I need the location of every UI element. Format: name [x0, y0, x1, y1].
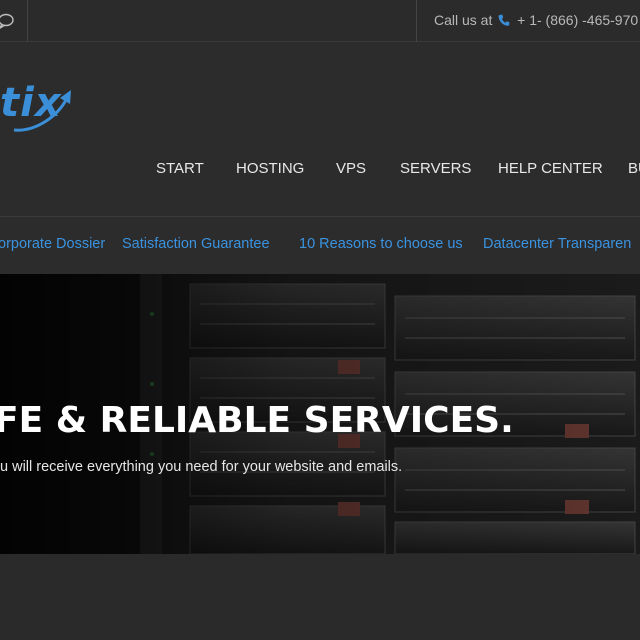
main-nav: START HOSTING VPS SERVERS HELP CENTER BU: [0, 160, 640, 186]
nav-item-servers[interactable]: SERVERS: [400, 160, 471, 177]
header: tix START HOSTING VPS SERVERS HELP CENTE…: [0, 42, 640, 216]
nav-item-help-center[interactable]: HELP CENTER: [498, 160, 603, 177]
subnav-item-10-reasons[interactable]: 10 Reasons to choose us: [299, 236, 463, 252]
hero-tagline: u will receive everything you need for y…: [0, 459, 403, 475]
logo-swoosh-icon: [13, 90, 71, 132]
call-us: Call us at + 1- (866) -465-970: [434, 12, 638, 28]
phone-icon: [498, 14, 510, 26]
content-area: [0, 554, 640, 640]
logo[interactable]: tix: [0, 72, 80, 142]
subnav-item-corporate-dossier[interactable]: orporate Dossier: [0, 236, 105, 252]
nav-item-vps[interactable]: VPS: [336, 160, 366, 177]
phone-number-link[interactable]: + 1- (866) -465-970: [517, 12, 638, 28]
nav-item-start[interactable]: START: [156, 160, 204, 177]
page: Call us at + 1- (866) -465-970 tix START…: [0, 0, 640, 640]
hero-headline: FE & RELIABLE SERVICES.: [0, 400, 514, 441]
sub-nav: orporate Dossier Satisfaction Guarantee …: [0, 216, 640, 274]
subnav-item-datacenter-transparency[interactable]: Datacenter Transparen: [483, 236, 631, 252]
nav-item-hosting[interactable]: HOSTING: [236, 160, 304, 177]
chat-bubble-icon: [0, 13, 14, 29]
call-prefix: Call us at: [434, 12, 493, 28]
nav-item-bu[interactable]: BU: [628, 160, 640, 177]
subnav-item-satisfaction-guarantee[interactable]: Satisfaction Guarantee: [122, 236, 270, 252]
topbar-divider: [416, 0, 417, 42]
top-bar: Call us at + 1- (866) -465-970: [0, 0, 640, 42]
hero-banner: FE & RELIABLE SERVICES. u will receive e…: [0, 274, 640, 554]
chat-button[interactable]: [0, 0, 28, 42]
